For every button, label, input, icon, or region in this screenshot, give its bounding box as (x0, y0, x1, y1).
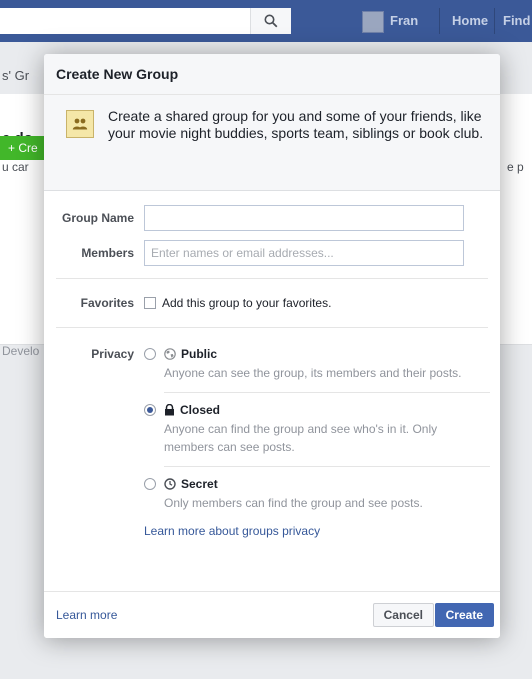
top-navigation-bar: Fran Home Find (0, 0, 532, 42)
dialog-intro: Create a shared group for you and some o… (44, 95, 500, 191)
learn-more-link[interactable]: Learn more (56, 608, 117, 622)
globe-icon (164, 348, 176, 360)
privacy-closed-description: Anyone can find the group and see who's … (164, 422, 438, 454)
search-icon (264, 14, 278, 28)
privacy-option-closed[interactable]: Closed Anyone can find the group and see… (144, 403, 474, 456)
privacy-option-public[interactable]: Public Anyone can see the group, its mem… (144, 347, 474, 382)
nav-separator (494, 8, 495, 34)
group-icon (66, 110, 94, 138)
privacy-label: Privacy (91, 347, 134, 361)
create-button[interactable]: Create (434, 603, 494, 627)
privacy-public-description: Anyone can see the group, its members an… (164, 366, 462, 380)
background-footer-link[interactable]: Develo (2, 344, 39, 358)
privacy-radio-public[interactable] (144, 348, 156, 360)
favorites-label: Favorites (80, 296, 134, 310)
members-label: Members (81, 246, 134, 260)
privacy-secret-title: Secret (181, 477, 218, 491)
privacy-closed-title: Closed (180, 403, 221, 417)
privacy-public-title: Public (181, 347, 218, 361)
nav-profile-name[interactable]: Fran (390, 13, 418, 28)
group-form: Group Name Members Favorites Add this gr… (44, 191, 500, 538)
background-breadcrumb: s' Gr (2, 68, 30, 83)
dialog-footer: Learn more Cancel Create (44, 591, 500, 638)
privacy-options: Public Anyone can see the group, its mem… (144, 347, 490, 538)
create-group-dialog: Create New Group Create a shared group f… (44, 54, 500, 638)
favorites-checkbox-label[interactable]: Add this group to your favorites. (162, 296, 331, 310)
favorites-checkbox[interactable] (144, 297, 156, 309)
privacy-option-divider (164, 466, 490, 467)
group-name-input[interactable] (144, 205, 464, 231)
search-button[interactable] (250, 8, 291, 34)
privacy-option-secret[interactable]: Secret Only members can find the group a… (144, 477, 474, 512)
background-text-right: e p (507, 160, 524, 174)
privacy-secret-description: Only members can find the group and see … (164, 496, 423, 510)
nav-separator (439, 8, 440, 34)
dialog-title: Create New Group (44, 54, 500, 95)
secret-icon (164, 478, 176, 490)
intro-text: Create a shared group for you and some o… (108, 108, 484, 141)
nav-home[interactable]: Home (452, 13, 488, 28)
lock-icon (165, 404, 174, 416)
privacy-radio-closed[interactable] (144, 404, 156, 416)
learn-more-privacy-link[interactable]: Learn more about groups privacy (144, 524, 320, 538)
nav-find-friends[interactable]: Find (503, 13, 530, 28)
background-text: u car (2, 160, 29, 174)
privacy-option-divider (164, 392, 490, 393)
cancel-button[interactable]: Cancel (372, 603, 434, 627)
profile-avatar[interactable] (362, 11, 384, 33)
search-bar[interactable] (0, 8, 290, 34)
members-input[interactable] (144, 240, 464, 266)
privacy-radio-secret[interactable] (144, 478, 156, 490)
group-name-label: Group Name (61, 211, 134, 225)
